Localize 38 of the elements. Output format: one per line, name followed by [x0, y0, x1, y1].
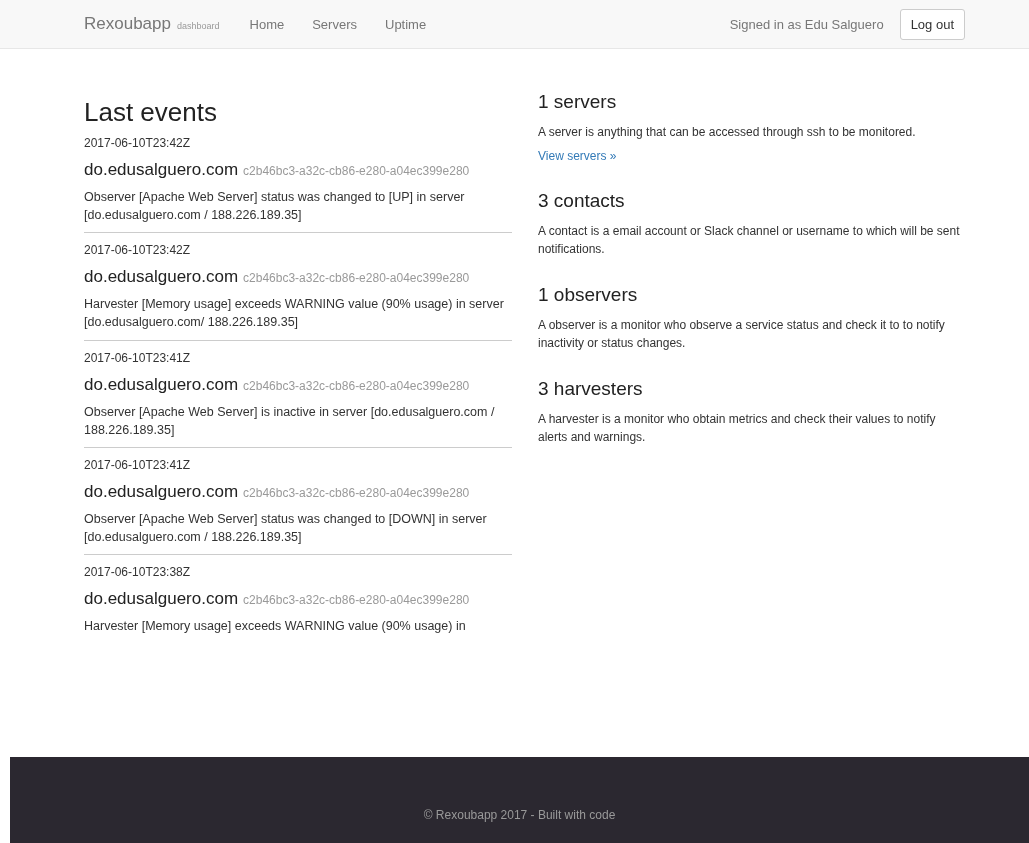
summary-heading: 3 contacts — [538, 190, 626, 212]
summary-text: A contact is a email account or Slack channel or username to which will be sent notifications. — [538, 223, 961, 258]
event-time: 2017-06-10T23:41Z — [84, 457, 192, 472]
logout-button[interactable]: Log out — [899, 8, 965, 40]
event-time: 2017-06-10T23:42Z — [84, 243, 192, 258]
event-message: Observer [Apache Web Server] is inactive in server [do.edusalguero.com / 188.226.189.35] — [84, 403, 496, 439]
event-time: 2017-06-10T23:41Z — [84, 350, 192, 365]
brand-name[interactable]: Rexoubapp — [84, 14, 171, 34]
nav-link[interactable]: Uptime — [385, 16, 427, 32]
nav-link[interactable]: Servers — [312, 16, 357, 32]
signed-in-text: Signed in as Edu Salguero — [729, 16, 884, 32]
summary-heading: 1 servers — [538, 91, 618, 113]
summary-text: A server is anything that can be accessed through ssh to be monitored. — [538, 124, 917, 141]
event-id: c2b46bc3-a32c-cb86-e280-a04ec399e280 — [243, 271, 470, 286]
brand-subtitle: dashboard — [176, 21, 220, 31]
event-message: Harvester [Memory usage] exceeds WARNING value (90% usage) in server [do.edusalguero.com/ 188.226.189.35] — [84, 296, 505, 332]
events-heading: Last events — [84, 97, 218, 128]
event-message: Observer [Apache Web Server] status was changed to [UP] in server [do.edusalguero.com / 188.226.189.35] — [84, 189, 466, 225]
summary-heading: 1 observers — [538, 284, 639, 306]
summary-text: A observer is a monitor who observe a service status and check it to to notify inactivity or status changes. — [538, 317, 946, 352]
event-message: Harvester [Memory usage] exceeds WARNING value (90% usage) in — [84, 618, 467, 635]
summary-heading: 3 harvesters — [538, 378, 644, 400]
event-time: 2017-06-10T23:38Z — [84, 565, 192, 579]
nav-link[interactable]: Home — [249, 16, 285, 32]
event-id: c2b46bc3-a32c-cb86-e280-a04ec399e280 — [243, 378, 470, 393]
event-host: do.edusalguero.com — [84, 374, 239, 395]
event-id: c2b46bc3-a32c-cb86-e280-a04ec399e280 — [243, 593, 470, 607]
summary-text: A harvester is a monitor who obtain metrics and check their values to notify alerts and warnings. — [538, 411, 937, 446]
event-id: c2b46bc3-a32c-cb86-e280-a04ec399e280 — [243, 164, 470, 178]
event-host: do.edusalguero.com — [84, 160, 239, 180]
view-link[interactable]: View servers » — [538, 149, 617, 163]
event-time: 2017-06-10T23:42Z — [84, 136, 192, 150]
event-message: Observer [Apache Web Server] status was changed to [DOWN] in server [do.edusalguero.com / 188.226.189.35] — [84, 510, 488, 546]
event-host: do.edusalguero.com — [84, 589, 239, 609]
event-id: c2b46bc3-a32c-cb86-e280-a04ec399e280 — [243, 485, 470, 500]
event-host: do.edusalguero.com — [84, 481, 239, 502]
event-host: do.edusalguero.com — [84, 267, 239, 288]
footer-text: © Rexoubapp 2017 - Built with code — [423, 808, 616, 822]
